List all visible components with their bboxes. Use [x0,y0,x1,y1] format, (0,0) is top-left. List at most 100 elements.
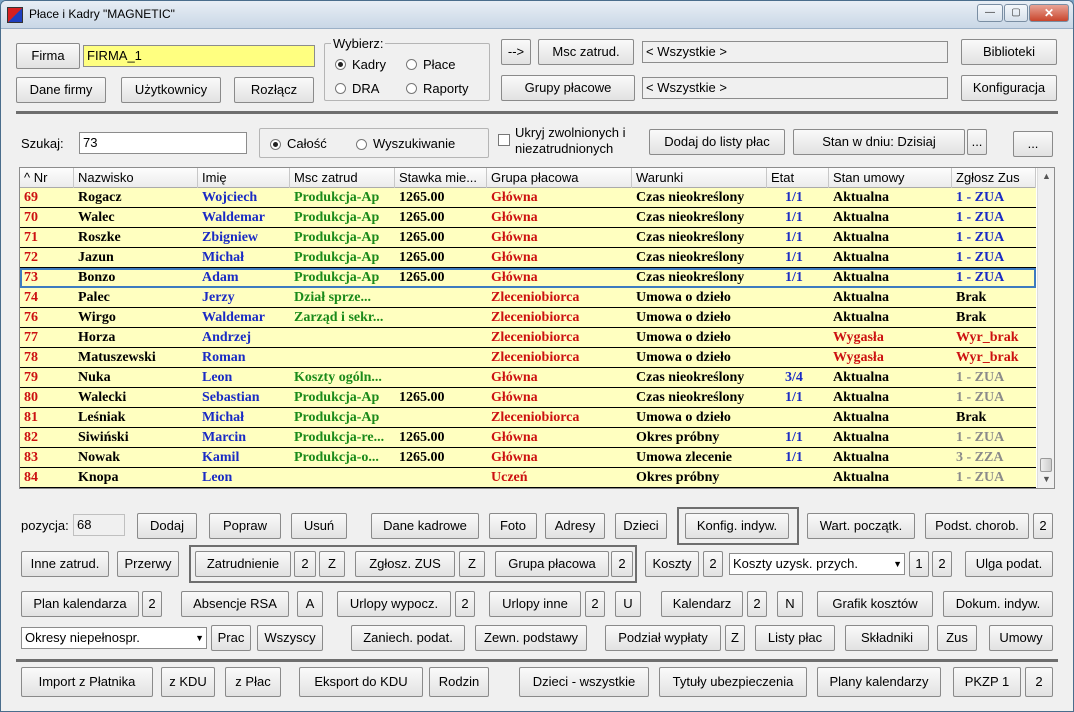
table-row[interactable]: 71 Roszke Zbigniew Produkcja-Ap 1265.00 Główn… [20,228,1036,248]
eksport-kdu-button[interactable]: Eksport do KDU [299,667,423,697]
zus-button[interactable]: Zus [937,625,977,651]
table-row[interactable]: 70 Walec Waldemar Produkcja-Ap 1265.00 Główna… [20,208,1036,228]
import-platnika-button[interactable]: Import z Płatnika [21,667,153,697]
radio-wyszukiwanie[interactable] [356,139,367,150]
close-button[interactable]: ✕ [1029,4,1069,22]
stan-more-button[interactable]: ... [967,129,987,155]
dodaj-button[interactable]: Dodaj [137,513,197,539]
pkzp-2-button[interactable]: 2 [1025,667,1053,697]
column-header-stawka[interactable]: Stawka mie... [395,168,487,188]
okresy-select[interactable]: Okresy niepełnospr. ▼ [21,627,207,649]
column-header-warunki[interactable]: Warunki [632,168,767,188]
dzieci-wszystkie-button[interactable]: Dzieci - wszystkie [519,667,649,697]
rodzin-button[interactable]: Rodzin [429,667,489,697]
table-row[interactable]: 74 Palec Jerzy Dział sprze... Zleceniobiorca… [20,288,1036,308]
dane-kadrowe-button[interactable]: Dane kadrowe [371,513,479,539]
table-row[interactable]: 80 Walecki Sebastian Produkcja-Ap 1265.00 Głó… [20,388,1036,408]
column-header-etat[interactable]: Etat [767,168,829,188]
chevron-down-icon[interactable]: ▼ [893,554,902,574]
table-row[interactable]: 72 Jazun Michał Produkcja-Ap 1265.00 Główna Cz… [20,248,1036,268]
urlopy-inne-button[interactable]: Urlopy inne [489,591,581,617]
radio-dra[interactable] [335,83,346,94]
przerwy-button[interactable]: Przerwy [117,551,179,577]
radio-raporty[interactable] [406,83,417,94]
msc-zatrud-field[interactable]: < Wszystkie > [642,41,948,63]
zatrudnienie-button[interactable]: Zatrudnienie [195,551,291,577]
dodaj-do-listy-button[interactable]: Dodaj do listy płac [649,129,785,155]
plany-kalendarzy-button[interactable]: Plany kalendarzy [817,667,941,697]
podzial-z-button[interactable]: Z [725,625,745,651]
vertical-scrollbar[interactable]: ▲ ▼ [1037,168,1054,488]
zaniech-podat-button[interactable]: Zaniech. podat. [351,625,465,651]
kalendarz-n-button[interactable]: N [777,591,803,617]
ulga-podat-button[interactable]: Ulga podat. [965,551,1053,577]
uzytkownicy-button[interactable]: Użytkownicy [121,77,221,103]
koszty-select[interactable]: Koszty uzysk. przych. ▼ [729,553,905,575]
urlopy-wypocz-button[interactable]: Urlopy wypocz. [337,591,451,617]
firma-field[interactable]: FIRMA_1 [83,45,315,67]
column-header-grupa[interactable]: Grupa płacowa [487,168,632,188]
table-row[interactable]: 76 Wirgo Waldemar Zarząd i sekr... Zleceniob… [20,308,1036,328]
popraw-button[interactable]: Popraw [209,513,281,539]
plan-kalendarza-2-button[interactable]: 2 [142,591,162,617]
absencje-rsa-button[interactable]: Absencje RSA [181,591,289,617]
foto-button[interactable]: Foto [489,513,537,539]
grupy-placowe-field[interactable]: < Wszystkie > [642,77,948,99]
scroll-thumb[interactable] [1040,458,1052,472]
z-plac-button[interactable]: z Płac [225,667,281,697]
column-header-zus[interactable]: Zgłosz Zus [952,168,1036,188]
more-options-button[interactable]: ... [1013,131,1053,157]
table-row[interactable]: 84 Knopa Leon Uczeń Okres próbny Aktualna 1 - … [20,468,1036,488]
firma-button[interactable]: Firma [16,43,80,69]
radio-calosc[interactable] [270,139,281,150]
zatrudnienie-z-button[interactable]: Z [319,551,345,577]
urlopy-inne-2-button[interactable]: 2 [585,591,605,617]
plan-kalendarza-button[interactable]: Plan kalendarza [21,591,139,617]
stan-w-dniu-button[interactable]: Stan w dniu: Dzisiaj [793,129,965,155]
pkzp-1-button[interactable]: PKZP 1 [953,667,1021,697]
table-row[interactable]: 69 Rogacz Wojciech Produkcja-Ap 1265.00 Główn… [20,188,1036,208]
konfig-indyw-button[interactable]: Konfig. indyw. [685,513,789,539]
adresy-button[interactable]: Adresy [545,513,605,539]
arrow-button[interactable]: --> [501,39,531,65]
kalendarz-2-button[interactable]: 2 [747,591,767,617]
skladniki-button[interactable]: Składniki [845,625,929,651]
listy-plac-button[interactable]: Listy płac [755,625,835,651]
table-row[interactable]: 77 Horza Andrzej Zleceniobiorca Umowa o dzie… [20,328,1036,348]
wart-poczatk-button[interactable]: Wart. początk. [807,513,915,539]
scroll-down-icon[interactable]: ▼ [1038,471,1054,488]
koszty-1-button[interactable]: 1 [909,551,929,577]
biblioteki-button[interactable]: Biblioteki [961,39,1057,65]
chevron-down-icon[interactable]: ▼ [195,628,204,648]
grupa-placowa-2-button[interactable]: 2 [611,551,633,577]
wszyscy-button[interactable]: Wszyscy [257,625,323,651]
rozlacz-button[interactable]: Rozłącz [234,77,314,103]
column-header-msc[interactable]: Msc zatrud [290,168,395,188]
absencje-a-button[interactable]: A [297,591,323,617]
grupy-placowe-button[interactable]: Grupy płacowe [501,75,635,101]
table-row[interactable]: 73 Bonzo Adam Produkcja-Ap 1265.00 Główna Czas… [20,268,1036,288]
dane-firmy-button[interactable]: Dane firmy [16,77,106,103]
ukryj-checkbox[interactable] [498,134,510,146]
konfiguracja-button[interactable]: Konfiguracja [961,75,1057,101]
scroll-up-icon[interactable]: ▲ [1038,168,1054,185]
zglosz-zus-button[interactable]: Zgłosz. ZUS [355,551,455,577]
zatrudnienie-2-button[interactable]: 2 [294,551,316,577]
table-row[interactable]: 78 Matuszewski Roman Zleceniobiorca Umowa o … [20,348,1036,368]
koszty-2-button[interactable]: 2 [703,551,723,577]
podst-chorob-2-button[interactable]: 2 [1033,513,1053,539]
column-header-imie[interactable]: Imię [198,168,290,188]
inne-zatrud-button[interactable]: Inne zatrud. [21,551,109,577]
column-header-stan[interactable]: Stan umowy [829,168,952,188]
urlopy-wypocz-2-button[interactable]: 2 [455,591,475,617]
grupa-placowa-button[interactable]: Grupa płacowa [495,551,609,577]
dokum-indyw-button[interactable]: Dokum. indyw. [943,591,1053,617]
umowy-button[interactable]: Umowy [989,625,1053,651]
maximize-button[interactable]: ▢ [1004,4,1028,22]
grafik-kosztow-button[interactable]: Grafik kosztów [817,591,933,617]
radio-kadry[interactable] [335,59,346,70]
msc-zatrud-button[interactable]: Msc zatrud. [538,39,634,65]
tytuly-ubezpieczenia-button[interactable]: Tytuły ubezpieczenia [659,667,807,697]
usun-button[interactable]: Usuń [291,513,347,539]
table-row[interactable]: 79 Nuka Leon Koszty ogóln... Główna Czas nieo… [20,368,1036,388]
